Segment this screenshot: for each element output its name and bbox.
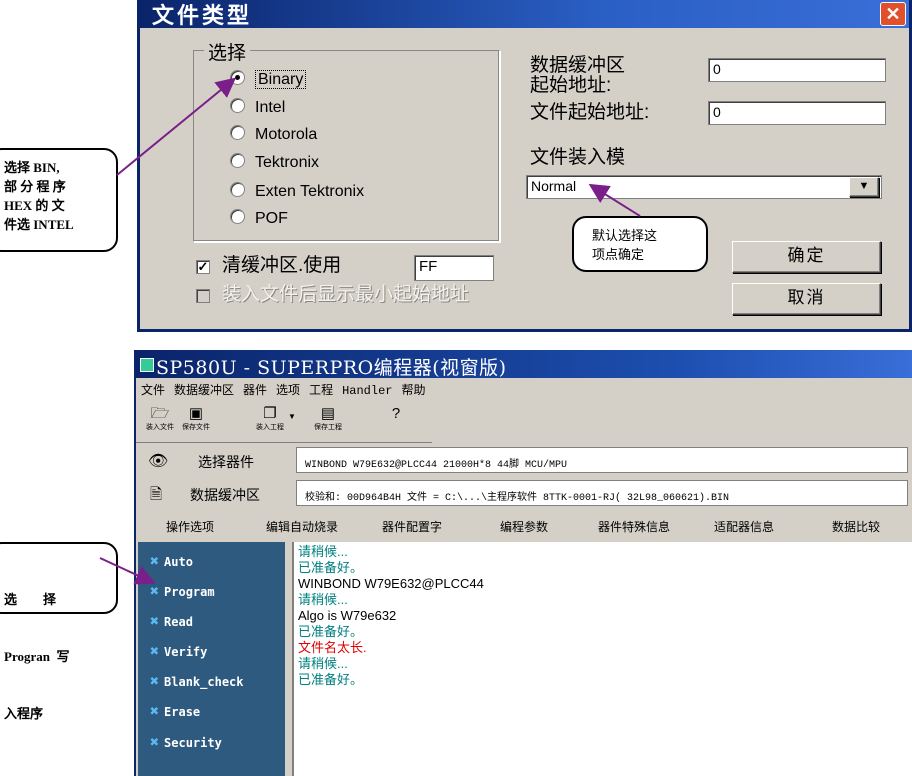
action-security[interactable]: ✖ Security [150,733,222,751]
load-file-button[interactable]: 🗁 装入文件 [144,406,176,432]
action-x-icon: ✖ [150,642,160,660]
help-question-icon: ? [391,405,401,422]
log-line: 已准备好。 [298,560,364,575]
eye-icon: 👁 [148,453,169,470]
menu-handler[interactable]: Handler [337,381,396,398]
log-line: 请稍候... [298,592,348,607]
tab-operation-options[interactable]: 操作选项 [166,518,214,535]
format-group-label: 选择 [204,38,251,65]
show-min-addr-label: 装入文件后显示最小起始地址 [222,284,470,305]
floppy-disk-icon: ▣ [188,405,204,422]
load-mode-label: 文件装入模 [530,147,626,168]
log-line: 请稍候... [298,656,348,671]
radio-dot-icon [230,98,245,113]
log-line: WINBOND W79E632@PLCC44 [298,576,484,591]
clear-buffer-label: 清缓冲区.使用 [222,255,342,276]
menu-file[interactable]: 文件 [136,378,169,398]
tab-bar: 操作选项 编辑自动烧录 器件配置字 编程参数 器件特殊信息 适配器信息 数据比较 [136,510,912,542]
radio-exten-tektronix[interactable]: Exten Tektronix [230,182,364,201]
tab-device-special-info[interactable]: 器件特殊信息 [598,518,670,535]
radio-tektronix[interactable]: Tektronix [230,153,319,172]
open-folder-icon: 🗁 [150,405,170,422]
tab-data-compare[interactable]: 数据比较 [832,518,880,535]
menu-buffer[interactable]: 数据缓冲区 [169,378,238,398]
radio-motorola[interactable]: Motorola [230,125,317,144]
menu-help[interactable]: 帮助 [397,378,430,398]
callout-bin: 选择 BIN, 部 分 程 序 HEX 的 文 件选 INTEL [0,148,118,252]
tab-device-config[interactable]: 器件配置字 [382,518,442,535]
menu-bar: 文件 数据缓冲区 器件 选项 工程 Handler 帮助 [136,378,912,400]
action-x-icon: ✖ [150,582,160,600]
callout-program: 选 择 Progran 写 入程序 [0,542,118,721]
clear-buffer-checkbox[interactable]: ✓ [196,260,210,274]
close-icon[interactable]: ✕ [880,2,906,26]
file-start-label: 文件起始地址: [530,102,650,123]
radio-dot-icon [230,209,245,224]
action-x-icon: ✖ [150,672,160,690]
cancel-button[interactable]: 取消 [732,283,881,315]
document-icon: 🗎 [150,486,163,503]
buffer-info-field: 校验和: 00D964B4H 文件 = C:\...\主程序软件 8TTK-00… [296,480,908,506]
dropdown-arrow-icon[interactable]: ▼ [288,412,296,421]
radio-pof[interactable]: POF [230,209,288,228]
dialog-title: 文件类型 [152,4,253,29]
action-blank-check[interactable]: ✖ Blank_check [150,672,244,690]
tab-adapter-info[interactable]: 适配器信息 [714,518,774,535]
help-button[interactable]: ? [380,406,412,422]
radio-dot-icon [230,125,245,140]
chevron-down-icon[interactable]: ▼ [849,177,879,197]
select-device-button[interactable]: 选择器件 [198,452,254,472]
fill-value-input[interactable]: FF [414,255,494,281]
action-panel: ✖ Auto ✖ Program ✖ Read ✖ Verify ✖ Blank_chec… [138,542,285,776]
save-file-button[interactable]: ▣ 保存文件 [180,406,212,432]
action-x-icon: ✖ [150,733,160,751]
radio-intel[interactable]: Intel [230,98,285,117]
project-window-icon: ❐ [263,405,277,422]
app-logo-icon [140,358,154,372]
load-mode-select[interactable]: Normal [526,175,882,199]
action-x-icon: ✖ [150,552,160,570]
app-titlebar: SP580U - SUPERPRO编程器(视窗版) [136,350,912,379]
log-line: 文件名太长. [298,640,367,655]
tab-program-params[interactable]: 编程参数 [500,518,548,535]
select-device-bar: 👁 选择器件 WINBOND W79E632@PLCC44 21000H*8 4… [136,445,912,475]
tab-auto-program-edit[interactable]: 编辑自动烧录 [266,518,338,535]
action-erase[interactable]: ✖ Erase [150,702,200,720]
buffer-start-label: 数据缓冲区 起始地址: [530,55,626,96]
log-line: 已准备好。 [298,624,364,639]
load-project-button[interactable]: ❐ 装入工程 [254,406,286,432]
menu-device[interactable]: 器件 [238,378,271,398]
message-log: 请稍候... 已准备好。 WINBOND W79E632@PLCC44 请稍候.… [292,542,912,776]
buffer-bar: 🗎 数据缓冲区 校验和: 00D964B4H 文件 = C:\...\主程序软件… [136,478,912,508]
log-line: 已准备好。 [298,672,364,687]
callout-default: 默认选择这 项点确定 [572,216,708,272]
action-verify[interactable]: ✖ Verify [150,642,207,660]
radio-dot-icon [230,182,245,197]
action-auto[interactable]: ✖ Auto [150,552,193,570]
show-min-addr-checkbox [196,289,210,303]
action-read[interactable]: ✖ Read [150,612,193,630]
buffer-start-input[interactable]: 0 [708,58,886,82]
dialog-titlebar: 文件类型 ✕ [140,0,909,29]
app-title: SP580U - SUPERPRO编程器(视窗版) [156,357,507,379]
menu-options[interactable]: 选项 [271,378,304,398]
project-save-icon: ▤ [320,405,336,422]
file-start-input[interactable]: 0 [708,101,886,125]
log-line: 请稍候... [298,544,348,559]
action-program[interactable]: ✖ Program [150,582,215,600]
superpro-window: SP580U - SUPERPRO编程器(视窗版) 文件 数据缓冲区 器件 选项 工程 H… [134,350,912,776]
action-x-icon: ✖ [150,612,160,630]
ok-button[interactable]: 确定 [732,241,881,273]
menu-project[interactable]: 工程 [304,378,337,398]
save-project-button[interactable]: ▤ 保存工程 [312,406,344,432]
radio-binary[interactable]: Binary [230,70,307,89]
data-buffer-button[interactable]: 数据缓冲区 [190,485,260,505]
action-x-icon: ✖ [150,702,160,720]
radio-dot-icon [230,70,245,85]
toolbar: 🗁 装入文件 ▣ 保存文件 ❐ 装入工程 ▼ ▤ 保存工程 ? [136,402,432,443]
device-info-field: WINBOND W79E632@PLCC44 21000H*8 44脚 MCU/… [296,447,908,473]
radio-dot-icon [230,153,245,168]
file-type-dialog: 文件类型 ✕ 选择 Binary Intel Motorola Tektroni… [137,0,912,332]
log-line: Algo is W79e632 [298,608,397,623]
